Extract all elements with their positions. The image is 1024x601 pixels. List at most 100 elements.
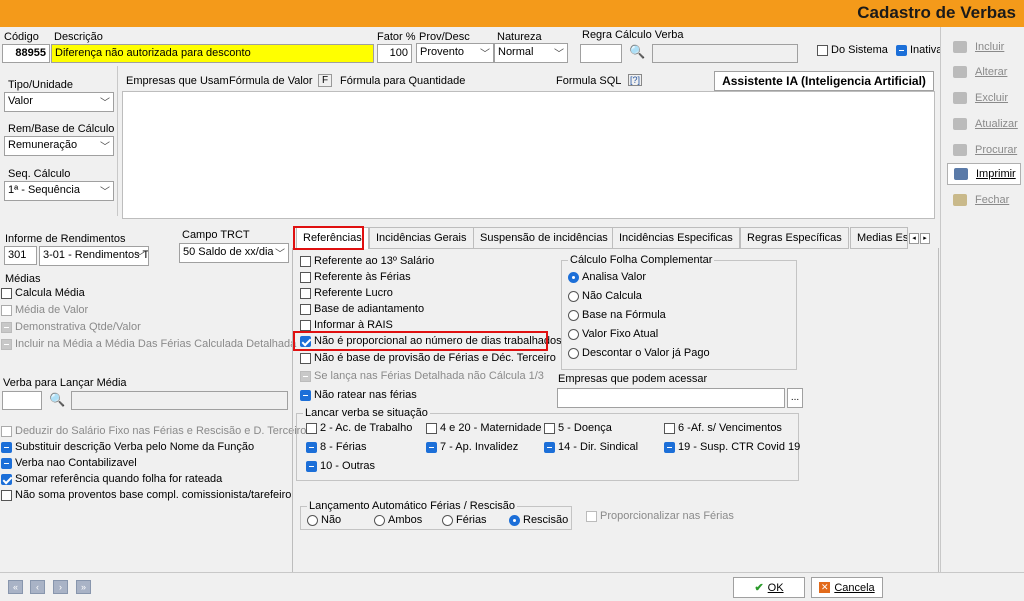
nao-base-provisao-checkbox[interactable]: Não é base de provisão de Férias e Déc. … xyxy=(300,352,556,364)
title-bar: Cadastro de Verbas xyxy=(0,0,1024,27)
somar-referencia-checkbox[interactable]: Somar referência quando folha for ratead… xyxy=(1,473,222,485)
nao-ratear-checkbox[interactable]: Não ratear nas férias xyxy=(300,389,417,401)
ref-ferias-checkbox[interactable]: Referente às Férias xyxy=(300,271,411,283)
situacao-19-checkbox[interactable]: 19 - Susp. CTR Covid 19 xyxy=(664,441,800,453)
procurar-button[interactable]: Procurar xyxy=(947,139,1021,161)
verba-media-code-field[interactable] xyxy=(2,391,42,410)
tab-formula-sql[interactable]: Formula SQL xyxy=(556,75,621,87)
situacao-7-checkbox[interactable]: 7 - Ap. Invalidez xyxy=(426,441,518,453)
situacao-4-20-checkbox[interactable]: 4 e 20 - Maternidade xyxy=(426,422,542,434)
cancel-button[interactable]: ✕ Cancela xyxy=(811,577,883,598)
trct-select[interactable]: 50 Saldo de xx/dia ﹀ xyxy=(179,243,289,263)
formula-editor[interactable] xyxy=(122,91,935,219)
informe-select[interactable]: 3-01 - Rendimentos Tr ﹀ xyxy=(39,246,149,266)
tab-formula-quantidade[interactable]: Fórmula para Quantidade xyxy=(340,75,465,87)
calcula-media-checkbox[interactable]: Calcula Média xyxy=(1,287,85,299)
situacao-6-checkbox[interactable]: 6 -Af. s/ Vencimentos xyxy=(664,422,782,434)
situacao-14-checkbox[interactable]: 14 - Dir. Sindical xyxy=(544,441,638,453)
atualizar-button[interactable]: Atualizar xyxy=(947,113,1021,135)
previous-record-icon[interactable]: ‹ xyxy=(30,580,45,594)
fechar-button[interactable]: Fechar xyxy=(947,189,1021,211)
nao-soma-checkbox[interactable]: Não soma proventos base compl. comission… xyxy=(1,489,291,501)
seq-select[interactable]: 1ª - Sequência ﹀ xyxy=(4,181,114,201)
regra-label: Regra Cálculo Verba xyxy=(582,29,684,41)
ellipsis-button[interactable]: ... xyxy=(787,388,803,408)
formula-f-button[interactable]: F xyxy=(318,74,333,87)
rem-select[interactable]: Remuneração ﹀ xyxy=(4,136,114,156)
alterar-button[interactable]: Alterar xyxy=(947,61,1021,83)
scroll-left-icon[interactable]: ◂ xyxy=(909,233,919,244)
proporcionalizar-checkbox[interactable]: Proporcionalizar nas Férias xyxy=(586,510,734,522)
descricao-label: Descrição xyxy=(54,31,103,43)
media-valor-checkbox[interactable]: Média de Valor xyxy=(1,304,88,316)
radio-nao-calcula[interactable]: Não Calcula xyxy=(568,290,642,302)
tab-formula-valor[interactable]: Fórmula de Valor xyxy=(229,75,313,87)
deduzir-checkbox[interactable]: Deduzir do Salário Fixo nas Férias e Res… xyxy=(1,425,306,437)
regra-code-field[interactable] xyxy=(580,44,622,63)
printer-icon xyxy=(954,168,968,180)
informar-rais-checkbox[interactable]: Informar à RAIS xyxy=(300,319,393,331)
situacao-5-checkbox[interactable]: 5 - Doença xyxy=(544,422,612,434)
tab-regras-especificas[interactable]: Regras Específicas xyxy=(740,227,849,249)
radio-lanc-ferias[interactable]: Férias xyxy=(442,514,487,526)
assistente-ia-button[interactable]: Assistente IA (Inteligencia Artificial) xyxy=(714,71,934,91)
ok-button[interactable]: ✔ OK xyxy=(733,577,805,598)
alterar-label: Alterar xyxy=(975,66,1008,78)
radio-lanc-rescisao[interactable]: Rescisão xyxy=(509,514,568,526)
radio-lanc-ambos[interactable]: Ambos xyxy=(374,514,422,526)
help-icon[interactable]: [?] xyxy=(628,74,643,86)
lanca-ferias-checkbox[interactable]: Se lança nas Férias Detalhada não Cálcul… xyxy=(300,370,544,382)
situacao-10-checkbox[interactable]: 10 - Outras xyxy=(306,460,375,472)
tab-incidencias-gerais[interactable]: Incidências Gerais xyxy=(369,227,474,249)
ref-13-checkbox[interactable]: Referente ao 13º Salário xyxy=(300,255,434,267)
provdesc-select[interactable]: Provento ﹀ xyxy=(416,43,494,63)
empresas-field[interactable] xyxy=(557,388,785,408)
imprimir-button[interactable]: Imprimir xyxy=(947,163,1021,185)
radio-base-formula[interactable]: Base na Fórmula xyxy=(568,309,666,321)
incluir-button[interactable]: Incluir xyxy=(947,36,1021,58)
radio-icon xyxy=(509,514,520,526)
informe-code-field[interactable]: 301 xyxy=(4,246,37,265)
situacao-label: 5 - Doença xyxy=(558,422,612,434)
ref-lucro-checkbox[interactable]: Referente Lucro xyxy=(300,287,393,299)
base-adiantamento-checkbox[interactable]: Base de adiantamento xyxy=(300,303,424,315)
binoculars-icon[interactable]: 🔍 xyxy=(49,392,65,408)
demonstrativa-checkbox[interactable]: Demonstrativa Qtde/Valor xyxy=(1,321,141,333)
codigo-field[interactable]: 88955 xyxy=(2,44,50,63)
fator-field[interactable]: 100 xyxy=(377,44,412,63)
ok-label: OK xyxy=(767,581,784,594)
scroll-right-icon[interactable]: ▸ xyxy=(920,233,930,244)
tipo-select[interactable]: Valor ﹀ xyxy=(4,92,114,112)
checkbox-icon xyxy=(300,370,311,382)
binoculars-icon[interactable]: 🔍 xyxy=(629,44,645,60)
radio-analisa-valor[interactable]: Analisa Valor xyxy=(568,271,646,283)
tab-medias-es[interactable]: Medias Es xyxy=(850,227,908,249)
descricao-field[interactable]: Diferença não autorizada para desconto xyxy=(51,44,374,63)
radio-lanc-nao[interactable]: Não xyxy=(307,514,341,526)
inativa-checkbox[interactable]: Inativa xyxy=(896,44,940,56)
incluir-media-checkbox[interactable]: Incluir na Média a Média Das Férias Calc… xyxy=(1,338,296,350)
next-record-icon[interactable]: › xyxy=(53,580,68,594)
tab-suspensao[interactable]: Suspensão de incidências xyxy=(473,227,615,249)
nao-contabilizavel-checkbox[interactable]: Verba nao Contabilizavel xyxy=(1,457,137,469)
radio-descontar[interactable]: Descontar o Valor já Pago xyxy=(568,347,710,359)
tab-empresas-usam[interactable]: Empresas que Usam xyxy=(126,75,229,87)
first-record-icon[interactable]: « xyxy=(8,580,23,594)
procurar-label: Procurar xyxy=(975,144,1018,156)
tab-incidencias-especificas[interactable]: Incidências Especificas xyxy=(612,227,740,249)
checkbox-icon xyxy=(1,425,12,437)
situacao-8-checkbox[interactable]: 8 - Férias xyxy=(306,441,366,453)
checkbox-icon xyxy=(300,303,311,315)
nao-contabilizavel-label: Verba nao Contabilizavel xyxy=(15,457,137,469)
close-icon xyxy=(953,194,967,206)
substituir-checkbox[interactable]: Substituir descrição Verba pelo Nome da … xyxy=(1,441,254,453)
do-sistema-checkbox[interactable]: Do Sistema xyxy=(817,44,888,56)
situacao-label: 4 e 20 - Maternidade xyxy=(440,422,542,434)
situacao-2-checkbox[interactable]: 2 - Ac. de Trabalho xyxy=(306,422,412,434)
radio-valor-fixo[interactable]: Valor Fixo Atual xyxy=(568,328,658,340)
lanca-ferias-label: Se lança nas Férias Detalhada não Cálcul… xyxy=(314,370,544,382)
excluir-button[interactable]: Excluir xyxy=(947,87,1021,109)
natureza-select[interactable]: Normal ﹀ xyxy=(494,43,568,63)
checkbox-icon xyxy=(306,422,317,434)
last-record-icon[interactable]: » xyxy=(76,580,91,594)
